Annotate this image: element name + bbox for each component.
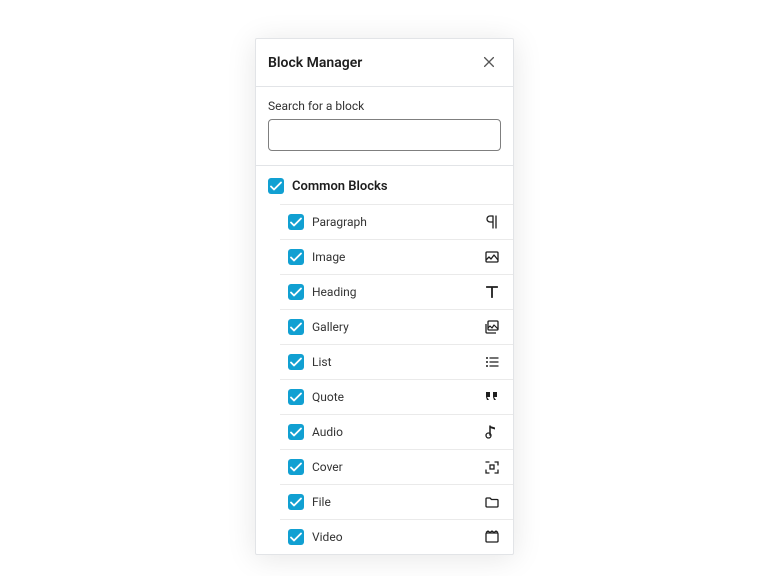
modal-title: Block Manager (268, 55, 362, 71)
block-checkbox[interactable] (288, 319, 304, 335)
block-label: Quote (312, 390, 483, 404)
quote-icon (483, 388, 501, 406)
category-checkbox[interactable] (268, 178, 284, 194)
block-checkbox[interactable] (288, 249, 304, 265)
block-item: Video (280, 520, 513, 554)
block-label: Cover (312, 460, 483, 474)
block-label: Image (312, 250, 483, 264)
block-label: List (312, 355, 483, 369)
block-label: Audio (312, 425, 483, 439)
block-item: Gallery (280, 310, 513, 345)
block-item: Quote (280, 380, 513, 415)
block-item: Cover (280, 450, 513, 485)
block-checkbox[interactable] (288, 389, 304, 405)
category-title: Common Blocks (292, 179, 388, 194)
pilcrow-icon (483, 213, 501, 231)
block-checkbox[interactable] (288, 284, 304, 300)
list-icon (483, 353, 501, 371)
block-label: Heading (312, 285, 483, 299)
search-label: Search for a block (268, 99, 501, 113)
category-header: Common Blocks (256, 166, 513, 204)
close-button[interactable] (477, 51, 501, 75)
block-checkbox[interactable] (288, 494, 304, 510)
modal-header: Block Manager (256, 39, 513, 87)
block-checkbox[interactable] (288, 214, 304, 230)
block-checkbox[interactable] (288, 354, 304, 370)
block-item: File (280, 485, 513, 520)
block-item: Image (280, 240, 513, 275)
cover-icon (483, 458, 501, 476)
block-item: Paragraph (280, 205, 513, 240)
block-manager-modal: Block Manager Search for a block Common … (255, 38, 514, 555)
file-icon (483, 493, 501, 511)
block-label: Paragraph (312, 215, 483, 229)
block-list: Paragraph Image Heading Gallery List Quote Aud… (280, 204, 513, 554)
search-input[interactable] (268, 119, 501, 151)
heading-icon (483, 283, 501, 301)
block-item: Heading (280, 275, 513, 310)
close-icon (482, 55, 496, 72)
search-section: Search for a block (256, 87, 513, 166)
block-checkbox[interactable] (288, 459, 304, 475)
block-checkbox[interactable] (288, 529, 304, 545)
gallery-icon (483, 318, 501, 336)
block-checkbox[interactable] (288, 424, 304, 440)
block-label: Gallery (312, 320, 483, 334)
block-label: File (312, 495, 483, 509)
block-item: Audio (280, 415, 513, 450)
block-item: List (280, 345, 513, 380)
image-icon (483, 248, 501, 266)
audio-icon (483, 423, 501, 441)
block-label: Video (312, 530, 483, 544)
video-icon (483, 528, 501, 546)
